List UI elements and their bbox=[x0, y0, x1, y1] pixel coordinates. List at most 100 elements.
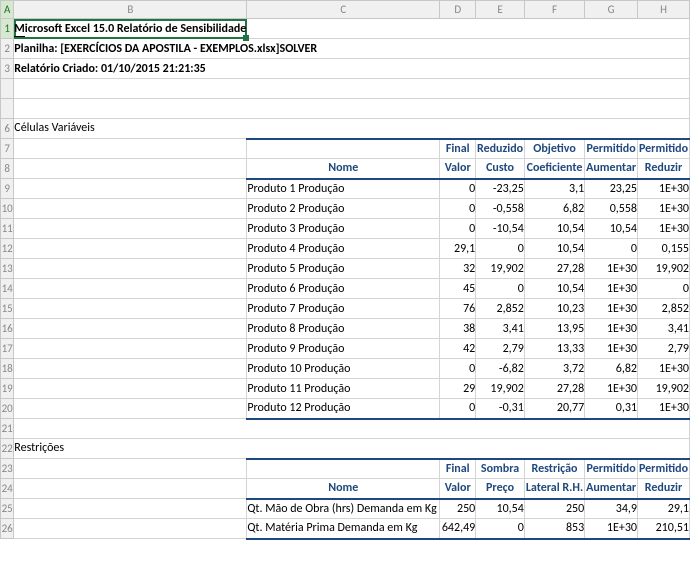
report-title[interactable] bbox=[247, 19, 690, 39]
var-custo[interactable]: -23,25 bbox=[476, 179, 525, 199]
var-coef[interactable]: 10,54 bbox=[524, 239, 584, 259]
row-hdr[interactable]: 26 bbox=[1, 519, 14, 539]
con-rh[interactable]: 250 bbox=[524, 499, 584, 519]
var-valor[interactable]: 38 bbox=[440, 319, 476, 339]
row-hdr[interactable]: 9 bbox=[1, 179, 14, 199]
var-coef[interactable]: 13,33 bbox=[524, 339, 584, 359]
row-hdr[interactable]: 18 bbox=[1, 359, 14, 379]
var-aumentar[interactable]: 1E+30 bbox=[585, 259, 638, 279]
row-hdr[interactable]: 7 bbox=[1, 139, 14, 159]
var-nome[interactable]: $C$10Produto 9 Produção bbox=[247, 339, 440, 359]
var-coef[interactable]: 13,95 bbox=[524, 319, 584, 339]
var-coef[interactable]: 3,72 bbox=[524, 359, 584, 379]
var-nome[interactable]: $C$9Produto 8 Produção bbox=[247, 319, 440, 339]
var-reduzir[interactable]: 1E+30 bbox=[638, 199, 690, 219]
row-hdr[interactable]: 17 bbox=[1, 339, 14, 359]
var-valor[interactable]: 0 bbox=[440, 359, 476, 379]
var-aumentar[interactable]: 1E+30 bbox=[585, 339, 638, 359]
var-valor[interactable]: 0 bbox=[440, 199, 476, 219]
row-hdr[interactable]: 22 bbox=[1, 439, 14, 459]
col-hdr-C[interactable]: C bbox=[247, 1, 440, 19]
var-nome[interactable]: $C$2Produto 1 Produção bbox=[247, 179, 440, 199]
var-coef[interactable]: 3,1 bbox=[524, 179, 584, 199]
var-custo[interactable]: 19,902 bbox=[476, 259, 525, 279]
var-valor[interactable]: 0 bbox=[440, 399, 476, 419]
row-hdr[interactable]: 1 bbox=[1, 19, 14, 39]
col-hdr-H[interactable]: H bbox=[638, 1, 690, 19]
var-valor[interactable]: 29 bbox=[440, 379, 476, 399]
row-hdr[interactable]: 24 bbox=[1, 479, 14, 499]
var-coef[interactable]: 10,23 bbox=[524, 299, 584, 319]
var-nome[interactable]: $C$4Produto 3 Produção bbox=[247, 219, 440, 239]
con-rh[interactable]: 853 bbox=[524, 519, 584, 539]
var-coef[interactable]: 6,82 bbox=[524, 199, 584, 219]
var-valor[interactable]: 0 bbox=[440, 179, 476, 199]
var-nome[interactable]: $C$5Produto 4 Produção bbox=[247, 239, 440, 259]
var-aumentar[interactable]: 1E+30 bbox=[585, 279, 638, 299]
row-hdr[interactable]: 2 bbox=[1, 39, 14, 59]
row-hdr[interactable]: 20 bbox=[1, 399, 14, 419]
var-nome[interactable]: $C$13Produto 12 Produção bbox=[247, 399, 440, 419]
var-custo[interactable]: -10,54 bbox=[476, 219, 525, 239]
row-hdr[interactable]: 8 bbox=[1, 159, 14, 179]
var-reduzir[interactable]: 1E+30 bbox=[638, 399, 690, 419]
worksheet-name[interactable]: Planilha: [EXERCÍCIOS DA APOSTILA - EXEM… bbox=[14, 39, 690, 59]
var-custo[interactable]: 2,852 bbox=[476, 299, 525, 319]
con-nome[interactable]: $B$17Qt. Matéria Prima Demanda em Kg bbox=[247, 519, 440, 539]
row-hdr[interactable]: 13 bbox=[1, 259, 14, 279]
var-valor[interactable]: 76 bbox=[440, 299, 476, 319]
var-reduzir[interactable]: 2,852 bbox=[638, 299, 690, 319]
row-hdr[interactable]: 21 bbox=[1, 419, 14, 439]
var-coef[interactable]: 10,54 bbox=[524, 279, 584, 299]
var-reduzir[interactable]: 0,155 bbox=[638, 239, 690, 259]
var-custo[interactable]: 2,79 bbox=[476, 339, 525, 359]
col-hdr-B[interactable]: B bbox=[14, 1, 247, 19]
row-hdr[interactable]: 14 bbox=[1, 279, 14, 299]
row-hdr[interactable]: 25 bbox=[1, 499, 14, 519]
var-reduzir[interactable]: 3,41 bbox=[638, 319, 690, 339]
spreadsheet-grid[interactable]: A B C D E F G H 1 Microsoft Excel 15.0 R… bbox=[0, 0, 690, 540]
var-custo[interactable]: -0,31 bbox=[476, 399, 525, 419]
var-coef[interactable]: 27,28 bbox=[524, 259, 584, 279]
row-hdr[interactable]: 23 bbox=[1, 459, 14, 479]
var-nome[interactable]: $C$11Produto 10 Produção bbox=[247, 359, 440, 379]
col-hdr-G[interactable]: G bbox=[585, 1, 638, 19]
var-custo[interactable]: -0,558 bbox=[476, 199, 525, 219]
var-nome[interactable]: $C$12Produto 11 Produção bbox=[247, 379, 440, 399]
var-aumentar[interactable]: 1E+30 bbox=[585, 379, 638, 399]
var-nome[interactable]: $C$8Produto 7 Produção bbox=[247, 299, 440, 319]
var-reduzir[interactable]: 2,79 bbox=[638, 339, 690, 359]
var-aumentar[interactable]: 0,31 bbox=[585, 399, 638, 419]
var-coef[interactable]: 27,28 bbox=[524, 379, 584, 399]
col-hdr-D[interactable]: D bbox=[440, 1, 476, 19]
var-aumentar[interactable]: 6,82 bbox=[585, 359, 638, 379]
row-hdr[interactable]: 15 bbox=[1, 299, 14, 319]
var-valor[interactable]: 45 bbox=[440, 279, 476, 299]
var-reduzir[interactable]: 19,902 bbox=[638, 259, 690, 279]
var-custo[interactable]: 0 bbox=[476, 239, 525, 259]
row-hdr[interactable]: 19 bbox=[1, 379, 14, 399]
var-nome[interactable]: $C$3Produto 2 Produção bbox=[247, 199, 440, 219]
con-nome[interactable]: $B$16Qt. Mão de Obra (hrs) Demanda em Kg bbox=[247, 499, 440, 519]
var-reduzir[interactable]: 1E+30 bbox=[638, 219, 690, 239]
var-valor[interactable]: 0 bbox=[440, 219, 476, 239]
var-reduzir[interactable]: 0 bbox=[638, 279, 690, 299]
var-custo[interactable]: 3,41 bbox=[476, 319, 525, 339]
var-aumentar[interactable]: 23,25 bbox=[585, 179, 638, 199]
var-valor[interactable]: 32 bbox=[440, 259, 476, 279]
row-hdr[interactable]: 3 bbox=[1, 59, 14, 79]
cell-A1[interactable]: Microsoft Excel 15.0 Relatório de Sensib… bbox=[14, 19, 247, 39]
var-valor[interactable]: 29,1 bbox=[440, 239, 476, 259]
var-aumentar[interactable]: 1E+30 bbox=[585, 319, 638, 339]
var-valor[interactable]: 42 bbox=[440, 339, 476, 359]
row-hdr[interactable]: 16 bbox=[1, 319, 14, 339]
column-headers[interactable]: A B C D E F G H bbox=[1, 1, 690, 19]
con-aumentar[interactable]: 34,9 bbox=[585, 499, 638, 519]
col-hdr-F[interactable]: F bbox=[524, 1, 584, 19]
row-hdr[interactable]: 12 bbox=[1, 239, 14, 259]
var-aumentar[interactable]: 0 bbox=[585, 239, 638, 259]
row-hdr[interactable]: 10 bbox=[1, 199, 14, 219]
var-nome[interactable]: $C$7Produto 6 Produção bbox=[247, 279, 440, 299]
var-coef[interactable]: 10,54 bbox=[524, 219, 584, 239]
var-custo[interactable]: 0 bbox=[476, 279, 525, 299]
